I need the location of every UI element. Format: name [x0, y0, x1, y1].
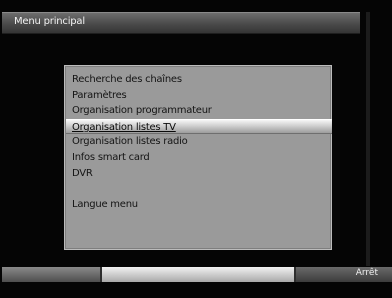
menu-spacer [70, 181, 326, 197]
menu-item-menu-language[interactable]: Langue menu [70, 197, 326, 213]
exit-button-label: Arrêt [355, 268, 378, 278]
window-title: Menu principal [14, 16, 85, 27]
title-bar: Menu principal [2, 12, 360, 34]
menu-item-settings[interactable]: Paramètres [70, 88, 326, 104]
function-key-segment-middle [102, 267, 294, 282]
function-key-segment-left [2, 267, 100, 282]
function-bar: Arrêt [2, 267, 392, 282]
main-menu-panel: Recherche des chaînes Paramètres Organis… [64, 65, 332, 250]
menu-item-smart-card-info[interactable]: Infos smart card [70, 150, 326, 166]
menu-item-channel-search[interactable]: Recherche des chaînes [70, 72, 326, 88]
exit-button[interactable]: Arrêt [296, 267, 392, 282]
screen-edge-shadow [366, 12, 370, 266]
menu-item-timer-organisation[interactable]: Organisation programmateur [70, 103, 326, 119]
menu-item-tv-lists[interactable]: Organisation listes TV [66, 118, 332, 135]
main-menu-list: Recherche des chaînes Paramètres Organis… [66, 72, 332, 213]
tv-screen: Menu principal Recherche des chaînes Par… [0, 0, 392, 298]
menu-item-dvr[interactable]: DVR [70, 166, 326, 182]
menu-item-radio-lists[interactable]: Organisation listes radio [70, 134, 326, 150]
